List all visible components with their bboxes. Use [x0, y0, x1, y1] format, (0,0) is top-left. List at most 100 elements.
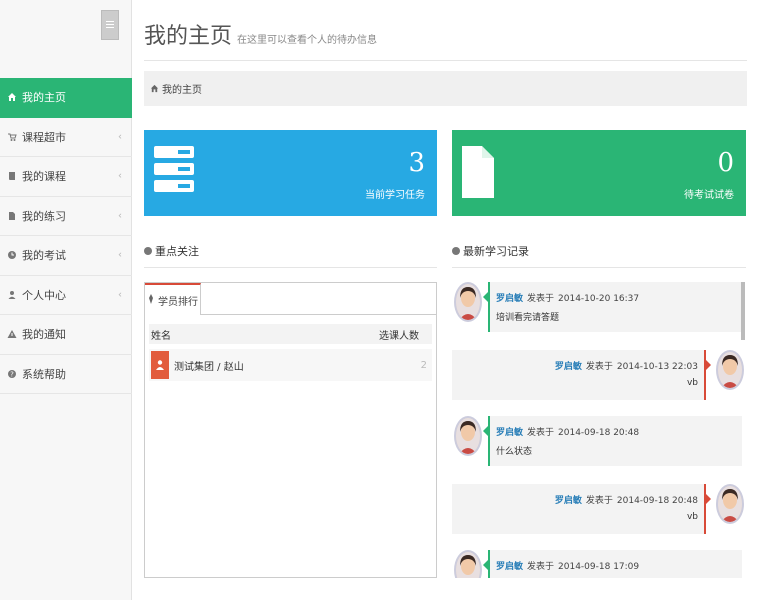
section-title-text: 最新学习记录 — [463, 245, 529, 258]
chevron-left-icon: ‹ — [118, 249, 122, 261]
avatar — [716, 350, 744, 390]
table-header: 姓名 选课人数 — [149, 324, 432, 344]
feed-item: 罗启敏 发表于 2014-09-18 20:48 vb — [452, 484, 746, 534]
tab-bar: 学员排行 — [145, 283, 436, 315]
stat-pending-exams[interactable]: 0 待考试试卷 — [452, 130, 746, 216]
feed-verb: 发表于 — [527, 428, 555, 438]
chevron-left-icon: ‹ — [118, 131, 122, 143]
server-icon — [154, 146, 194, 192]
clock-icon — [6, 249, 18, 261]
feed-time: 2014-09-18 20:48 — [616, 496, 698, 506]
sidebar-item-help[interactable]: ? 系统帮助 — [0, 355, 132, 394]
sidebar-item-my-practice[interactable]: 我的练习 ‹ — [0, 197, 132, 236]
row-name: 测试集团 / 赵山 — [174, 361, 244, 373]
activity-feed[interactable]: 罗启敏 发表于 2014-10-20 16:37 培训看完请答题 罗启敏 发表于 201… — [452, 282, 746, 578]
comment-icon — [452, 247, 460, 255]
sidebar-item-label: 我的通知 — [22, 328, 66, 342]
feed-verb: 发表于 — [527, 294, 555, 304]
message-bubble: 罗启敏 发表于 2014-09-18 17:09 — [483, 550, 742, 578]
avatar — [454, 282, 482, 322]
menu-icon — [106, 21, 114, 28]
feed-verb: 发表于 — [527, 562, 555, 572]
user-icon — [151, 351, 169, 379]
feed-message: 什么状态 — [496, 447, 533, 457]
feed-meta: 罗启敏 发表于 2014-09-18 17:09 — [496, 559, 639, 572]
feed-message: 培训看完请答题 — [496, 313, 560, 323]
feed-meta: 罗启敏 发表于 2014-09-18 20:48 — [496, 425, 639, 438]
document-icon — [462, 146, 494, 198]
sidebar-nav: 我的主页 课程超市 ‹ 我的课程 ‹ 我的练习 ‹ 我的考试 ‹ 个人中心 ‹ — [0, 78, 132, 394]
sidebar-item-label: 我的练习 — [22, 209, 66, 223]
table-row[interactable]: 测试集团 / 赵山 2 — [149, 349, 432, 381]
breadcrumb: 我的主页 — [144, 71, 747, 106]
pencil-icon — [147, 293, 155, 307]
feed-user-link[interactable]: 罗启敏 — [555, 362, 582, 372]
feed-user-link[interactable]: 罗启敏 — [555, 496, 582, 506]
message-bubble: 罗启敏 发表于 2014-09-18 20:48 vb — [452, 484, 711, 534]
sidebar-toggle-button[interactable] — [101, 10, 119, 40]
chevron-left-icon: ‹ — [118, 170, 122, 182]
sidebar-item-label: 课程超市 — [22, 130, 66, 144]
book-icon — [6, 170, 18, 182]
feed-item: 罗启敏 发表于 2014-10-20 16:37 培训看完请答题 — [452, 282, 746, 340]
sidebar-item-label: 我的课程 — [22, 170, 66, 184]
sidebar-item-course-market[interactable]: 课程超市 ‹ — [0, 118, 132, 157]
feed-message: vb — [686, 378, 698, 388]
page-title: 我的主页 — [144, 24, 233, 49]
feed-time: 2014-09-18 17:09 — [558, 562, 640, 572]
row-count: 2 — [420, 359, 427, 371]
feed-user-link[interactable]: 罗启敏 — [496, 428, 523, 438]
svg-text:?: ? — [10, 370, 14, 378]
sidebar: 我的主页 课程超市 ‹ 我的课程 ‹ 我的练习 ‹ 我的考试 ‹ 个人中心 ‹ — [0, 0, 132, 600]
home-icon — [6, 91, 18, 103]
section-title-recent: 最新学习记录 — [452, 243, 529, 259]
feed-user-link[interactable]: 罗启敏 — [496, 294, 523, 304]
column-header-count: 选课人数 — [379, 330, 419, 342]
feed-verb: 发表于 — [585, 496, 613, 506]
feed-item: 罗启敏 发表于 2014-09-18 20:48 什么状态 — [452, 416, 746, 466]
page-subtitle: 在这里可以查看个人的待办信息 — [237, 35, 378, 46]
feed-verb: 发表于 — [585, 362, 613, 372]
message-bubble: 罗启敏 发表于 2014-10-20 16:37 培训看完请答题 — [483, 282, 742, 332]
ranking-panel: 学员排行 姓名 选课人数 测试集团 / 赵山 2 — [144, 282, 437, 578]
column-header-name: 姓名 — [151, 330, 171, 342]
help-icon: ? — [6, 368, 18, 380]
feed-meta: 罗启敏 发表于 2014-09-18 20:48 — [555, 493, 698, 506]
divider — [144, 60, 747, 61]
sidebar-item-my-courses[interactable]: 我的课程 ‹ — [0, 157, 132, 197]
bullet-icon — [144, 247, 152, 255]
stat-label: 待考试试卷 — [684, 190, 734, 201]
feed-time: 2014-10-20 16:37 — [558, 294, 640, 304]
avatar — [716, 484, 744, 524]
cart-icon — [6, 131, 18, 143]
feed-item: 罗启敏 发表于 2014-09-18 17:09 — [452, 550, 746, 578]
message-bubble: 罗启敏 发表于 2014-10-13 22:03 vb — [452, 350, 711, 400]
avatar — [454, 416, 482, 456]
feed-user-link[interactable]: 罗启敏 — [496, 562, 523, 572]
tab-label: 学员排行 — [158, 296, 198, 308]
user-icon — [6, 289, 18, 301]
scrollbar[interactable] — [741, 282, 745, 340]
stat-current-tasks[interactable]: 3 当前学习任务 — [144, 130, 437, 216]
warning-icon — [6, 328, 18, 340]
sidebar-item-label: 我的考试 — [22, 249, 66, 263]
sidebar-item-my-exams[interactable]: 我的考试 ‹ — [0, 236, 132, 276]
tab-student-ranking[interactable]: 学员排行 — [145, 283, 201, 315]
feed-time: 2014-09-18 20:48 — [558, 428, 640, 438]
sidebar-item-label: 个人中心 — [22, 288, 66, 302]
feed-item: 罗启敏 发表于 2014-10-13 22:03 vb — [452, 350, 746, 400]
stat-value: 0 — [717, 148, 734, 178]
home-icon — [150, 84, 159, 93]
feed-meta: 罗启敏 发表于 2014-10-13 22:03 — [555, 359, 698, 372]
stat-label: 当前学习任务 — [365, 190, 425, 201]
sidebar-item-home[interactable]: 我的主页 — [0, 78, 132, 118]
sidebar-item-profile[interactable]: 个人中心 ‹ — [0, 276, 132, 315]
breadcrumb-item-home[interactable]: 我的主页 — [162, 81, 202, 96]
feed-meta: 罗启敏 发表于 2014-10-20 16:37 — [496, 291, 639, 304]
sidebar-item-label: 我的主页 — [22, 91, 66, 105]
feed-time: 2014-10-13 22:03 — [616, 362, 698, 372]
sidebar-item-notifications[interactable]: 我的通知 — [0, 315, 132, 355]
file-icon — [6, 210, 18, 222]
stat-value: 3 — [408, 148, 425, 178]
feed-message: vb — [686, 512, 698, 522]
